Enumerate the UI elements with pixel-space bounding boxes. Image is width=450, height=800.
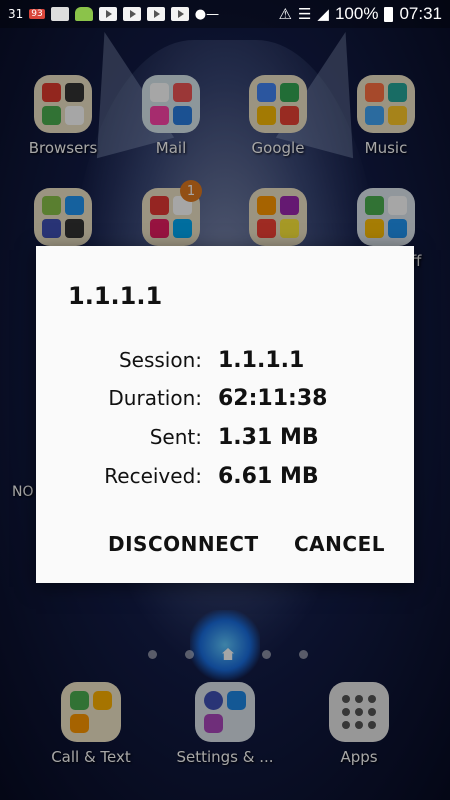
received-value: 6.61 MB [218,464,319,489]
disconnect-button[interactable]: DISCONNECT [102,528,265,560]
duration-value: 62:11:38 [218,386,328,411]
duration-row: Duration: 62:11:38 [36,386,414,411]
key-icon: ●— [194,6,220,22]
status-bar: 31 93 ●— ⚠ ☰ ◢ 100% 07:31 [0,0,450,28]
received-row: Received: 6.61 MB [36,464,414,489]
session-row: Session: 1.1.1.1 [36,348,414,373]
android-icon [74,7,93,21]
news-icon [50,7,69,21]
connection-dialog: 1.1.1.1 Session: 1.1.1.1 Duration: 62:11… [36,246,414,583]
received-label: Received: [104,464,202,488]
session-value: 1.1.1.1 [218,348,305,373]
youtube-icon [122,7,141,21]
battery-percent: 100% [334,4,379,23]
wifi-icon: ☰ [297,5,312,23]
signal-icon: ◢ [317,5,329,23]
duration-label: Duration: [108,386,202,410]
session-label: Session: [118,348,202,372]
dialog-title: 1.1.1.1 [68,282,163,310]
clock: 07:31 [399,4,442,23]
notification-count-icon: 93 [29,9,45,19]
calendar-date-icon: 31 [8,7,24,21]
sent-label: Sent: [149,425,202,449]
sent-value: 1.31 MB [218,425,319,450]
sent-row: Sent: 1.31 MB [36,425,414,450]
youtube-icon [146,7,165,21]
battery-icon [384,6,394,22]
mute-icon: ⚠ [278,5,292,23]
youtube-icon [98,7,117,21]
youtube-icon [170,7,189,21]
cancel-button[interactable]: CANCEL [288,528,391,560]
